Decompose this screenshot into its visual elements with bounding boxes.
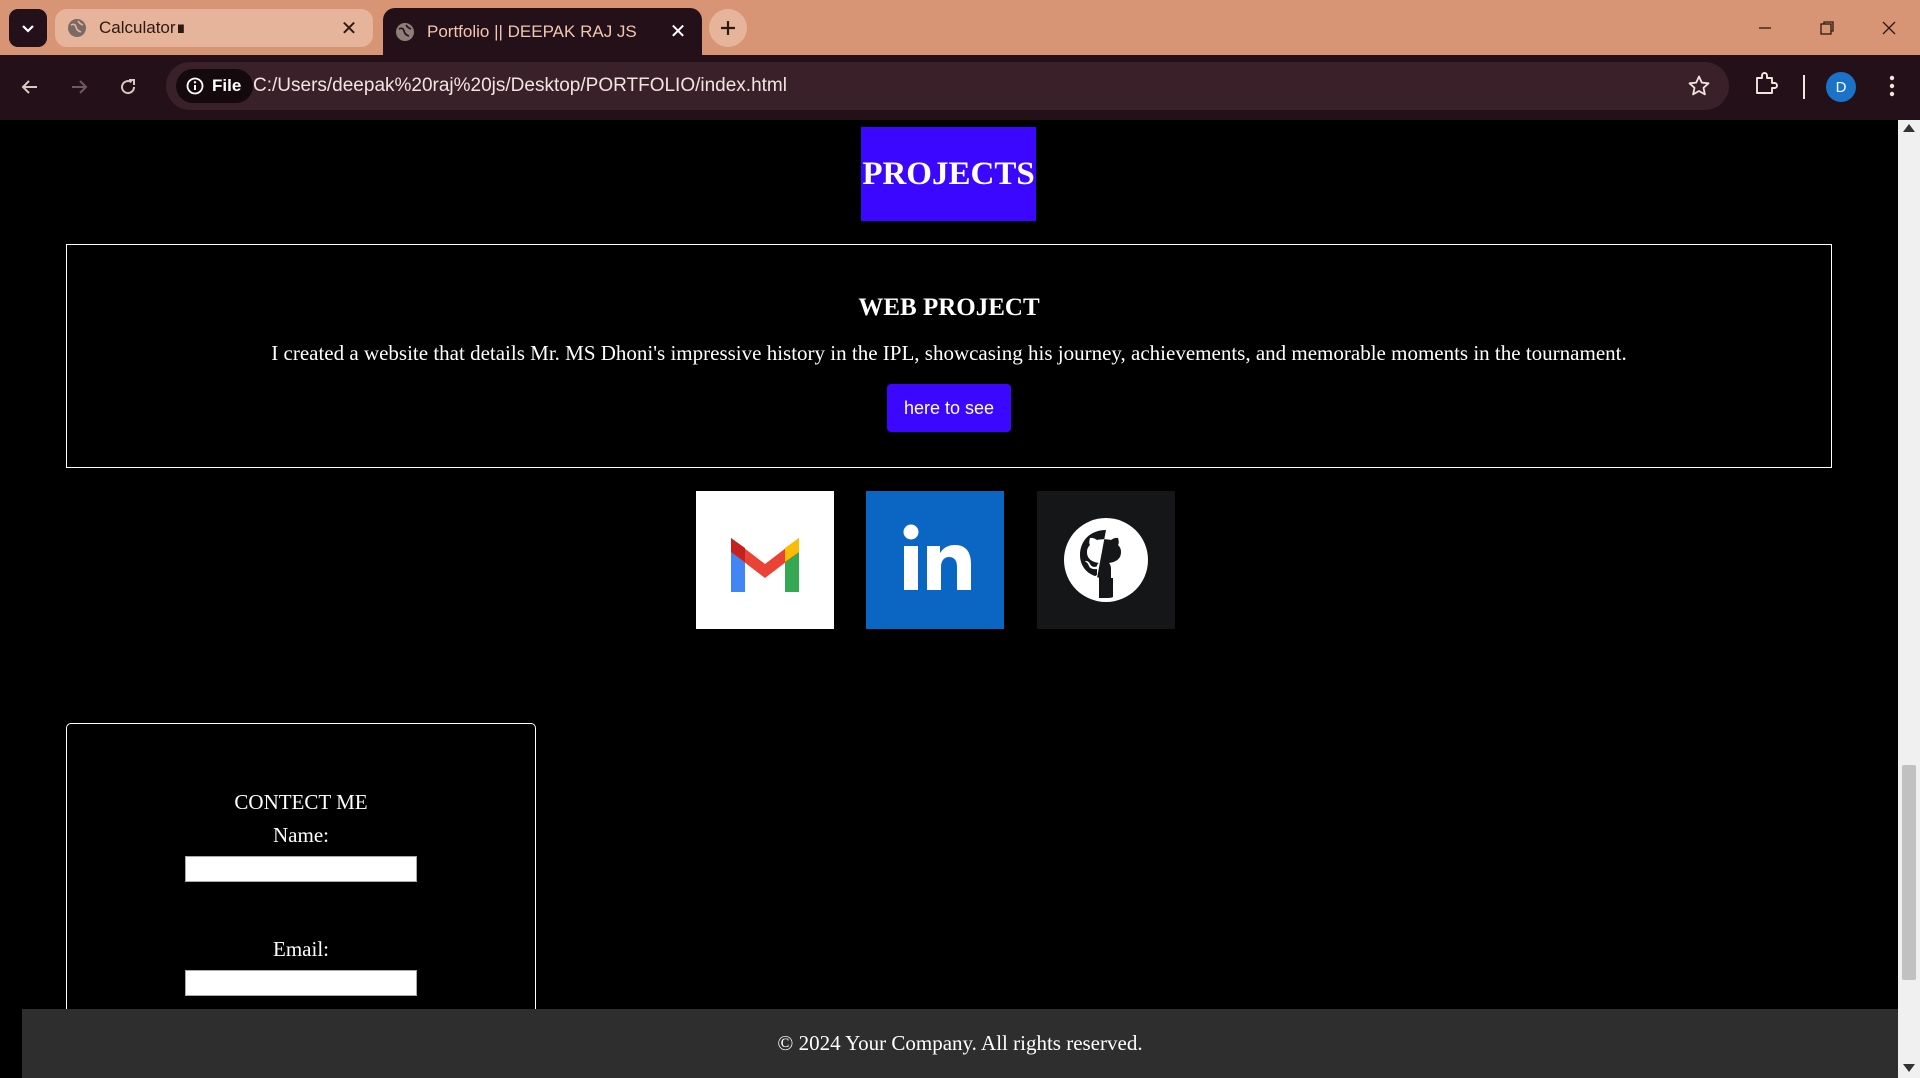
tab-portfolio[interactable]: Portfolio || DEEPAK RAJ JS ✕: [383, 8, 702, 55]
scroll-down-arrow-icon[interactable]: [1903, 1064, 1915, 1072]
gmail-link[interactable]: [696, 491, 834, 629]
gmail-icon: [731, 538, 799, 592]
close-icon: [1882, 21, 1896, 34]
star-icon: [1688, 75, 1710, 96]
forward-button[interactable]: [61, 69, 97, 105]
new-tab-button[interactable]: [709, 9, 747, 47]
tab-strip: Calculator∎ ✕ Portfolio || DEEPAK RAJ JS…: [0, 0, 1920, 55]
profile-avatar[interactable]: D: [1826, 72, 1856, 102]
minimize-button[interactable]: [1735, 0, 1795, 55]
linkedin-icon: [903, 524, 971, 590]
plus-icon: [721, 21, 735, 35]
profile-initial: D: [1835, 78, 1847, 96]
back-button[interactable]: [12, 69, 48, 105]
projects-heading: PROJECTS: [861, 127, 1036, 221]
project-description: I created a website that details Mr. MS …: [271, 341, 1627, 365]
more-vertical-icon: [1889, 75, 1895, 97]
reload-button[interactable]: [110, 69, 146, 105]
tab-calculator[interactable]: Calculator∎ ✕: [55, 9, 373, 47]
extensions-button[interactable]: [1752, 70, 1778, 101]
page-footer: © 2024 Your Company. All rights reserved…: [22, 1009, 1898, 1078]
name-label: Name:: [273, 823, 329, 847]
browser-toolbar: File C:/Users/deepak%20raj%20js/Desktop/…: [0, 55, 1920, 120]
restore-icon: [1820, 20, 1834, 35]
security-chip-label: File: [212, 76, 242, 95]
scroll-up-arrow-icon[interactable]: [1903, 124, 1915, 132]
address-bar[interactable]: File C:/Users/deepak%20raj%20js/Desktop/…: [166, 62, 1729, 110]
email-input[interactable]: [185, 970, 417, 996]
back-arrow-icon: [21, 80, 37, 94]
email-label: Email:: [273, 937, 329, 961]
tab-search-button[interactable]: [9, 9, 47, 47]
info-icon: [186, 77, 204, 95]
tab-title: Portfolio || DEEPAK RAJ JS: [427, 21, 637, 41]
close-window-button[interactable]: [1859, 0, 1919, 55]
github-link[interactable]: [1037, 491, 1175, 629]
browser-menu-button[interactable]: [1878, 72, 1906, 105]
here-to-see-button[interactable]: here to see: [886, 384, 1012, 432]
restore-button[interactable]: [1797, 0, 1857, 55]
contact-form: CONTECT ME Name: Email:: [66, 723, 536, 1043]
page-scrollbar[interactable]: [1898, 120, 1920, 1078]
forward-arrow-icon: [72, 80, 88, 94]
linkedin-link[interactable]: [866, 491, 1004, 629]
toolbar-separator: [1803, 75, 1805, 99]
contact-title: CONTECT ME: [234, 790, 368, 814]
url-text[interactable]: C:/Users/deepak%20raj%20js/Desktop/PORTF…: [253, 75, 787, 97]
chevron-down-icon: [22, 25, 34, 33]
close-tab-icon[interactable]: ✕: [666, 19, 690, 44]
reload-icon: [121, 79, 136, 95]
scrollbar-thumb[interactable]: [1902, 765, 1916, 980]
globe-icon: [68, 19, 86, 37]
close-tab-icon[interactable]: ✕: [337, 16, 361, 41]
puzzle-icon: [1756, 72, 1778, 94]
name-input[interactable]: [185, 856, 417, 882]
site-info-chip[interactable]: File: [176, 69, 254, 103]
page-viewport: PROJECTS WEB PROJECT I created a website…: [0, 120, 1898, 1078]
tab-title: Calculator∎: [99, 18, 187, 37]
minimize-icon: [1759, 26, 1771, 29]
bookmark-button[interactable]: [1687, 74, 1711, 103]
globe-icon: [396, 22, 414, 41]
project-title: WEB PROJECT: [858, 294, 1040, 321]
github-icon: [1064, 518, 1148, 602]
project-card: WEB PROJECT I created a website that det…: [66, 244, 1832, 468]
